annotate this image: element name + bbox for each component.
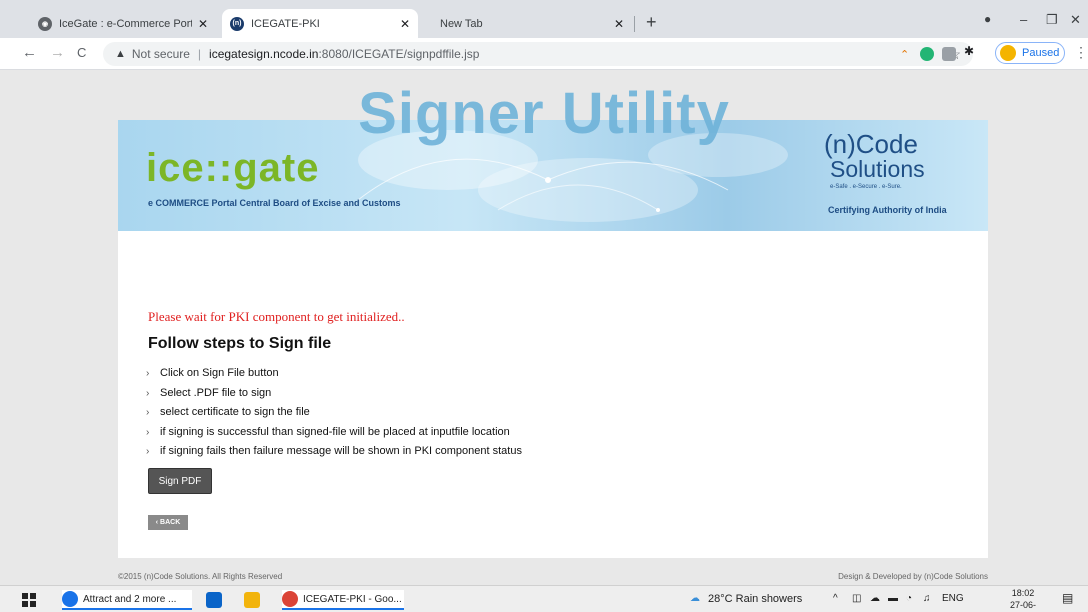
minimize-button[interactable]: – [1020,12,1027,27]
clock-time: 18:02 [1011,588,1035,598]
address-path: :8080/ICEGATE/signpdffile.jsp [318,47,480,61]
status-message: Please wait for PKI component to get ini… [148,309,405,324]
step-text: Click on Sign File button [160,367,279,379]
outlook-icon [206,592,222,608]
copyright-text: ©2015 (n)Code Solutions. All Rights Rese… [118,572,283,581]
weather-icon[interactable]: ☁ [690,593,700,604]
sign-pdf-button[interactable]: Sign PDF [148,468,212,494]
wifi-icon[interactable]: ◔ [906,593,912,604]
steps-heading: Follow steps to Sign file [148,335,332,352]
tray-overflow-icon[interactable]: ^ [833,593,838,604]
new-tab-button[interactable]: + [646,13,657,31]
list-item: › if signing is successful than signed-fi… [146,423,522,443]
tab-strip: ◉ IceGate : e-Commerce Portal of ✕ (n) I… [0,0,1088,38]
tray-app-icon[interactable]: ◫ [852,593,861,604]
icegate-subtitle: e COMMERCE Portal Central Board of Excis… [148,198,401,208]
forward-arrow-icon[interactable]: → [50,45,65,61]
chevron-right-icon: › [146,407,150,418]
list-item: › Click on Sign File button [146,364,522,384]
ncode-logo-line2: Solutions [830,156,925,182]
browser-menu-icon[interactable]: ⋮ [1074,44,1088,61]
close-tab-icon[interactable]: ✕ [614,17,624,31]
main-content: Please wait for PKI component to get ini… [118,231,988,558]
chevron-right-icon: › [146,368,150,379]
start-button[interactable] [22,590,36,610]
ncode-tagline: e-Safe . e-Secure . e-Sure. [830,184,902,190]
tab-new-tab[interactable]: New Tab ✕ [424,9,632,38]
grammarly-icon[interactable] [920,47,934,61]
tab-title: ICEGATE-PKI [251,17,320,30]
certifying-authority-label: Certifying Authority of India [828,205,947,215]
taskbar-chrome[interactable]: ICEGATE-PKI - Goo... [282,590,404,610]
step-text: Select .PDF file to sign [160,386,272,399]
windows-taskbar: Attract and 2 more ... ICEGATE-PKI - Goo… [0,585,1088,612]
taskbar-outlook[interactable] [206,590,227,610]
address-separator: | [197,47,202,61]
account-dot-icon[interactable]: ● [984,12,991,26]
windows-logo-icon [22,593,36,607]
page-title: Signer Utility [358,81,730,146]
chrome-icon [282,591,298,607]
tab-icegate[interactable]: ◉ IceGate : e-Commerce Portal of ✕ [30,9,216,38]
ncode-favicon-icon: (n) [230,16,244,31]
language-indicator[interactable]: ENG [942,593,964,604]
security-label: Not secure [131,47,190,61]
steps-list: › Click on Sign File button › Select .PDF … [146,364,522,462]
taskbar-label: ICEGATE-PKI - Goo... [303,593,402,605]
speaker-icon[interactable]: ♫ [923,593,931,604]
chevron-right-icon: › [146,387,150,399]
tab-icegate-pki[interactable]: (n) ICEGATE-PKI ✕ [222,9,418,38]
edge-icon [62,591,78,607]
taskbar-edge-group[interactable]: Attract and 2 more ... [62,590,192,610]
tab-divider [634,16,635,32]
restore-button[interactable]: ❐ [1046,12,1058,28]
address-bar[interactable]: ▲ Not secure | icegatesign.ncode.in :808… [103,42,973,66]
list-item: › Select .PDF file to sign [146,384,522,404]
list-item: › if signing fails then failure message w… [146,442,522,462]
list-item: › select certificate to sign the file [146,403,522,423]
avatar [1000,45,1016,61]
battery-icon[interactable]: ▬ [888,593,898,604]
browser-toolbar: ← → C ▲ Not secure | icegatesign.ncode.i… [0,38,1088,70]
profile-paused-button[interactable]: Paused [995,42,1065,64]
clock-date: 27-06-2021 [1009,600,1036,610]
puzzle-piece-icon[interactable]: ✱ [964,44,978,58]
step-text: select certificate to sign the file [160,406,310,418]
developer-credit: Design & Developed by (n)Code Solutions [838,572,988,581]
chevron-right-icon: › [146,446,150,457]
profile-status: Paused [1022,47,1060,59]
globe-icon: ◉ [38,16,52,31]
onedrive-icon[interactable]: ☁ [870,593,880,604]
warning-triangle-icon[interactable]: ▲ [115,48,126,60]
address-host: icegatesign.ncode.in [209,47,319,61]
clock[interactable]: 18:02 27-06-2021 [1000,587,1046,612]
back-arrow-icon[interactable]: ← [22,45,37,61]
folder-icon [244,592,260,608]
page-viewport: Signer Utility ice::gate e COMMERCE Port… [0,70,1088,585]
tab-title: IceGate : e-Commerce Portal of [59,17,192,30]
notifications-icon[interactable]: ▤ [1062,591,1073,605]
tab-title: New Tab [440,17,483,30]
taskbar-label: Attract and 2 more ... [83,593,177,605]
close-tab-icon[interactable]: ✕ [198,17,208,31]
extension-box-icon[interactable] [942,47,956,61]
reload-icon[interactable]: C [77,45,86,61]
chevron-right-icon: › [146,426,150,438]
back-button[interactable]: ‹ BACK [148,515,188,530]
extension-arrow-icon[interactable]: ⌃ [900,48,914,62]
icegate-logo: ice::gate [146,146,320,190]
taskbar-file-explorer[interactable] [244,590,265,610]
close-tab-icon[interactable]: ✕ [400,17,410,31]
weather-text[interactable]: 28°C Rain showers [708,593,802,605]
step-text: if signing fails then failure message wi… [160,445,522,457]
step-text: if signing is successful than signed-fil… [160,425,510,438]
window-close-button[interactable]: ✕ [1070,12,1081,28]
